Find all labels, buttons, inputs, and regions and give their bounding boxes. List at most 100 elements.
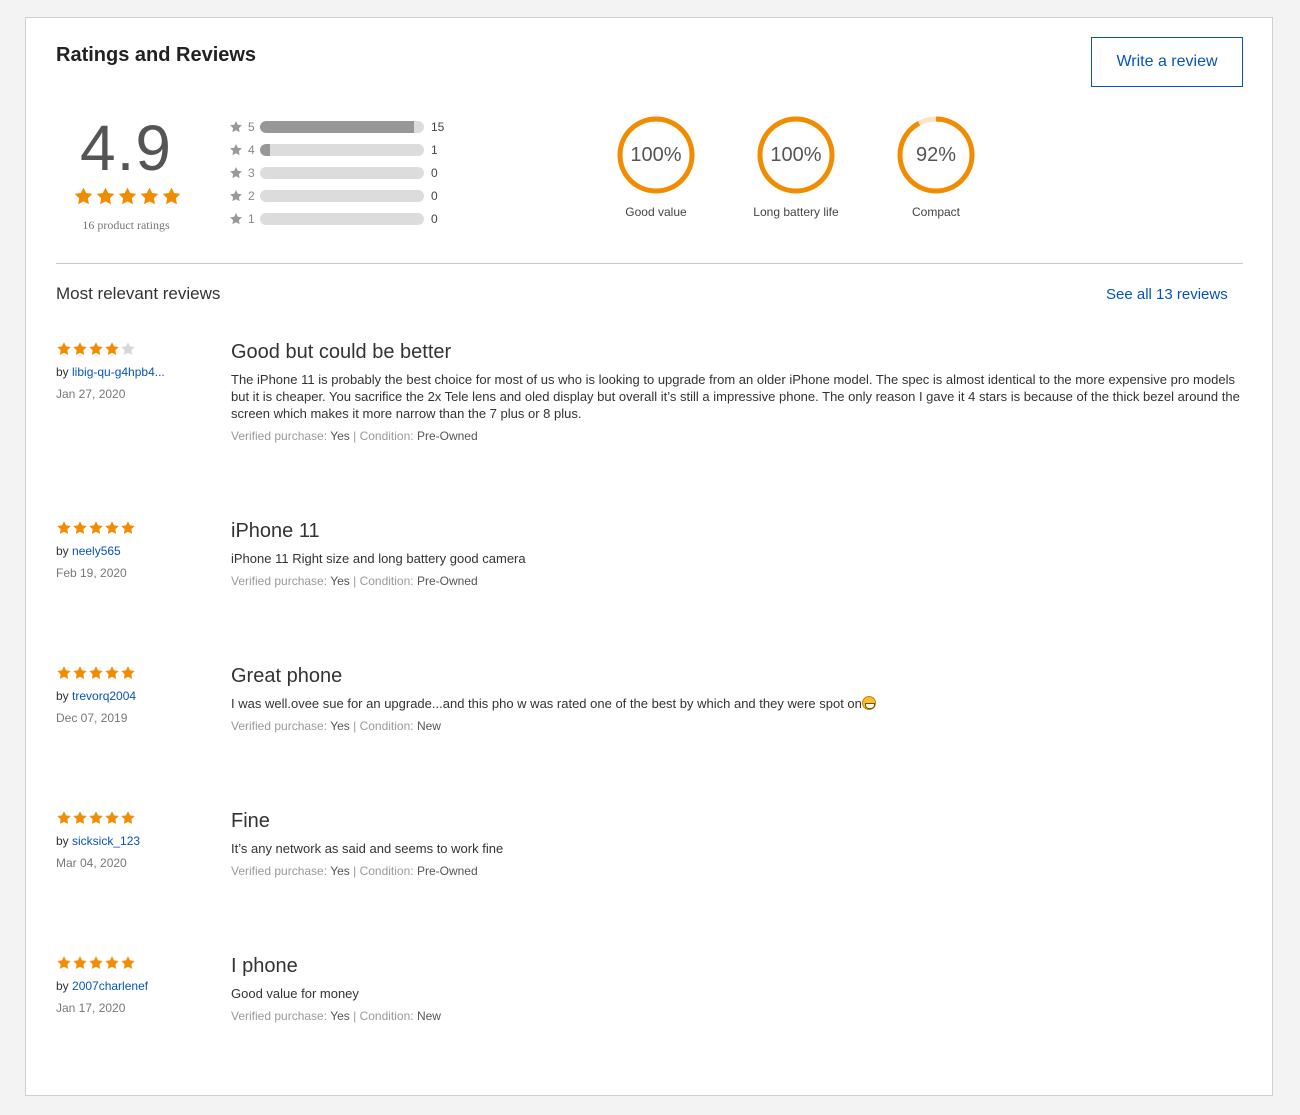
star-icon <box>121 666 135 679</box>
histogram-count: 0 <box>431 211 438 226</box>
verified-purchase-value: Yes <box>330 1009 350 1023</box>
histogram-bar <box>260 212 424 225</box>
star-icon <box>89 521 103 534</box>
review-title: Good but could be better <box>231 341 452 363</box>
see-all-reviews-link[interactable]: See all 13 reviews <box>1106 286 1228 303</box>
review-author-link[interactable]: trevorq2004 <box>72 689 136 703</box>
by-prefix: by <box>56 365 73 379</box>
meta-separator: | <box>349 864 360 878</box>
review-text: Good value for money <box>231 986 359 1001</box>
star-icon <box>73 666 87 679</box>
review-meta: Verified purchase: Yes | Condition: Pre-… <box>231 863 1241 880</box>
histogram-star-level: 2 <box>248 188 255 203</box>
review-body: The iPhone 11 is probably the best choic… <box>231 371 1241 445</box>
by-prefix: by <box>56 544 73 558</box>
review-body: It’s any network as said and seems to wo… <box>231 840 1241 880</box>
star-icon <box>118 187 137 205</box>
review-author-line: by sicksick_123 <box>56 834 140 848</box>
star-icon <box>230 212 242 224</box>
review-author-line: by libig-qu-g4hpb4... <box>56 365 165 379</box>
star-icon <box>57 342 71 355</box>
star-icon <box>230 189 242 201</box>
review-date: Jan 27, 2020 <box>56 387 126 401</box>
review-date: Mar 04, 2020 <box>56 856 127 870</box>
verified-purchase-value: Yes <box>330 574 350 588</box>
histogram-row: 41 <box>229 138 444 161</box>
histogram-count: 15 <box>431 119 445 134</box>
star-icon <box>57 811 71 824</box>
star-icon <box>105 666 119 679</box>
review-author-link[interactable]: sicksick_123 <box>72 834 140 848</box>
aspect-percent: 100% <box>770 143 822 166</box>
verified-purchase-label: Verified purchase: <box>231 574 331 588</box>
divider <box>56 263 1243 264</box>
star-icon <box>57 666 71 679</box>
aspect-ring: 92% <box>895 114 977 196</box>
aspect-rating: 100% Good value <box>586 114 726 219</box>
review-author-line: by neely565 <box>56 544 121 558</box>
aspect-label: Long battery life <box>753 205 839 219</box>
condition-value: Pre-Owned <box>416 864 478 878</box>
verified-purchase-label: Verified purchase: <box>231 864 331 878</box>
star-icon <box>89 811 103 824</box>
star-icon <box>105 956 119 969</box>
star-icon <box>74 187 93 205</box>
star-icon <box>105 342 119 355</box>
star-icon <box>121 342 135 355</box>
review-text: It’s any network as said and seems to wo… <box>231 841 504 856</box>
condition-value: New <box>416 719 441 733</box>
review-meta: Verified purchase: Yes | Condition: New <box>231 718 1241 735</box>
star-icon <box>121 811 135 824</box>
star-icon <box>230 143 242 155</box>
review-rating-stars <box>56 341 136 357</box>
review-rating-stars <box>56 955 136 971</box>
ratings-count: 16 product ratings <box>82 218 170 232</box>
star-icon <box>121 956 135 969</box>
review-meta: Verified purchase: Yes | Condition: New <box>231 1008 1241 1025</box>
review-date: Dec 07, 2019 <box>56 711 128 725</box>
section-title: Ratings and Reviews <box>56 44 257 66</box>
star-icon <box>105 521 119 534</box>
aspect-percent: 92% <box>915 143 957 166</box>
review-body: I was well.ovee sue for an upgrade...and… <box>231 695 1241 735</box>
review-meta: Verified purchase: Yes | Condition: Pre-… <box>231 573 1241 590</box>
star-icon <box>105 811 119 824</box>
condition-value: Pre-Owned <box>416 429 478 443</box>
review-meta: Verified purchase: Yes | Condition: Pre-… <box>231 428 1241 445</box>
review-author-line: by trevorq2004 <box>56 689 136 703</box>
histogram-star-level: 3 <box>248 165 255 180</box>
review-author-link[interactable]: 2007charlenef <box>72 979 148 993</box>
star-icon <box>140 187 159 205</box>
histogram-star-level: 4 <box>248 142 255 157</box>
histogram-bar-fill <box>260 120 414 133</box>
star-icon <box>73 956 87 969</box>
review-rating-stars <box>56 665 136 681</box>
write-review-button[interactable]: Write a review <box>1091 37 1243 87</box>
reviews-heading: Most relevant reviews <box>56 284 221 303</box>
review-rating-stars <box>56 520 136 536</box>
grinning-emoji-icon <box>861 696 876 710</box>
condition-label: Condition: <box>359 429 417 443</box>
histogram-bar-fill <box>260 143 271 156</box>
review-date: Jan 17, 2020 <box>56 1001 126 1015</box>
aspect-label: Good value <box>625 205 687 219</box>
histogram-count: 0 <box>431 188 438 203</box>
star-icon <box>89 956 103 969</box>
by-prefix: by <box>56 979 73 993</box>
review-title: I phone <box>231 955 298 977</box>
review-author-link[interactable]: neely565 <box>72 544 121 558</box>
condition-label: Condition: <box>359 1009 417 1023</box>
star-icon <box>96 187 115 205</box>
condition-value: New <box>416 1009 441 1023</box>
histogram-bar <box>260 189 424 202</box>
condition-label: Condition: <box>359 864 417 878</box>
star-icon <box>73 342 87 355</box>
star-icon <box>89 666 103 679</box>
histogram-bar <box>260 166 424 179</box>
review-author-link[interactable]: libig-qu-g4hpb4... <box>72 365 165 379</box>
verified-purchase-label: Verified purchase: <box>231 429 331 443</box>
star-icon <box>73 521 87 534</box>
ratings-reviews-card: Ratings and Reviews Write a review 4.9 1… <box>25 17 1273 1096</box>
review-text: iPhone 11 Right size and long battery go… <box>231 551 526 566</box>
aspect-rating: 100% Long battery life <box>726 114 866 219</box>
